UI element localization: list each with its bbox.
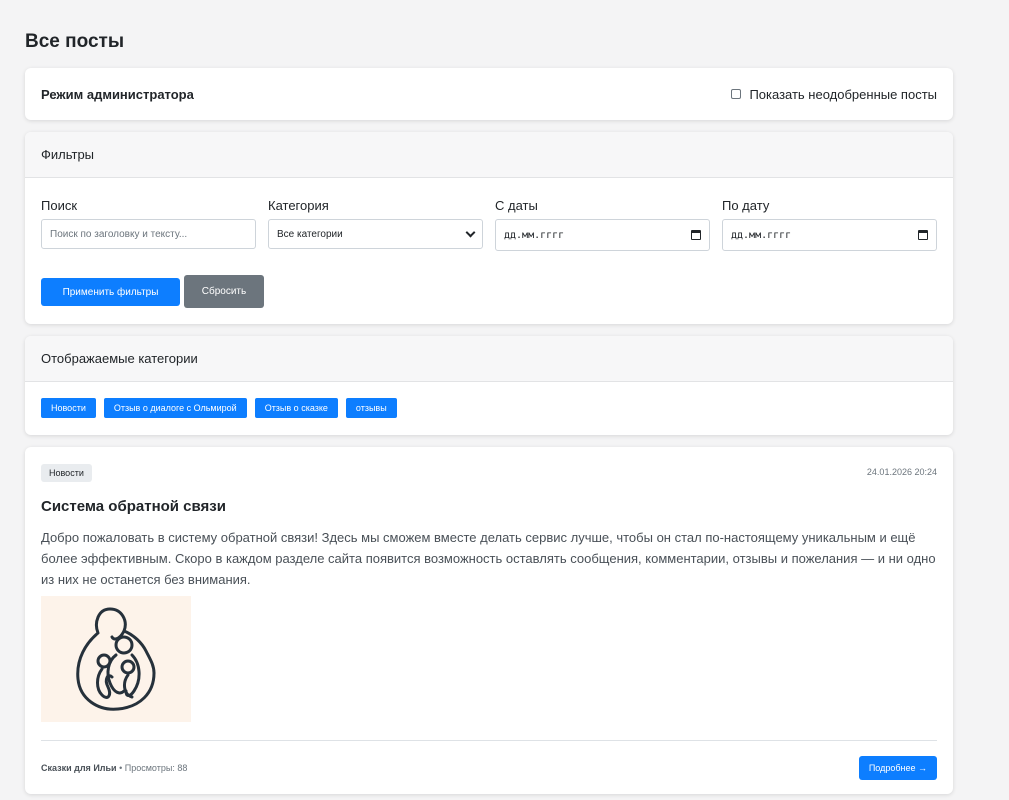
post-card: Новости 24.01.2026 20:24 Система обратно…: [25, 447, 953, 794]
read-more-button[interactable]: Подробнее →: [858, 755, 937, 780]
reset-filters-button[interactable]: Сбросить: [184, 275, 264, 308]
post-image[interactable]: [41, 596, 191, 722]
date-to-field: По дату дд.мм.гггг: [722, 198, 937, 251]
page: Все посты Режим администратора Показать …: [0, 0, 1009, 800]
post-meta: Сказки для Ильи • Просмотры: 88: [41, 763, 187, 773]
show-unapproved-label: Показать неодобренные посты: [749, 86, 937, 102]
displayed-categories-header: Отображаемые категории: [25, 336, 953, 382]
search-label: Поиск: [41, 198, 78, 213]
category-badges: Новости Отзыв о диалоге с Ольмирой Отзыв…: [25, 382, 953, 418]
category-badge[interactable]: Отзыв о диалоге с Ольмирой: [103, 398, 247, 418]
family-logo-icon: [76, 607, 156, 711]
displayed-categories-card: Отображаемые категории Новости Отзыв о д…: [25, 336, 953, 435]
date-from-field: С даты дд.мм.гггг: [495, 198, 710, 251]
category-field: Категория Все категории: [268, 198, 483, 249]
post-views: • Просмотры: 88: [119, 762, 188, 773]
post-footer: Сказки для Ильи • Просмотры: 88 Подробне…: [41, 740, 937, 794]
category-badge[interactable]: Новости: [41, 398, 96, 418]
date-from-placeholder: дд.мм.гггг: [504, 229, 565, 241]
filters-body: Поиск Поиск по заголовку и тексту... Кат…: [25, 178, 953, 324]
date-to-input[interactable]: дд.мм.гггг: [722, 219, 937, 251]
category-badge[interactable]: отзывы: [345, 398, 397, 418]
page-title: Все посты: [25, 31, 125, 52]
search-input[interactable]: Поиск по заголовку и тексту...: [41, 219, 256, 249]
post-title[interactable]: Система обратной связи: [41, 498, 226, 515]
date-from-input[interactable]: дд.мм.гггг: [495, 219, 710, 251]
filters-card: Фильтры Поиск Поиск по заголовку и текст…: [25, 132, 953, 324]
category-label: Категория: [268, 198, 329, 213]
apply-filters-button[interactable]: Применить фильтры: [41, 278, 180, 306]
show-unapproved-checkbox[interactable]: [731, 89, 742, 99]
chevron-down-icon: [465, 227, 476, 237]
post-author[interactable]: Сказки для Ильи: [41, 763, 117, 773]
category-badge[interactable]: Отзыв о сказке: [254, 398, 338, 418]
admin-mode-title: Режим администратора: [41, 86, 194, 102]
category-select[interactable]: Все категории: [268, 219, 483, 249]
post-date: 24.01.2026 20:24: [866, 467, 937, 477]
date-to-label: По дату: [722, 198, 770, 213]
show-unapproved-toggle[interactable]: Показать неодобренные посты: [731, 87, 937, 102]
filters-header: Фильтры: [25, 132, 953, 178]
post-excerpt: Добро пожаловать в систему обратной связ…: [41, 530, 936, 587]
post-body: Новости 24.01.2026 20:24 Система обратно…: [25, 447, 953, 794]
category-selected-value: Все категории: [277, 228, 343, 240]
admin-mode-card: Режим администратора Показать неодобренн…: [25, 68, 953, 120]
calendar-icon[interactable]: [691, 230, 701, 240]
search-field: Поиск Поиск по заголовку и тексту...: [41, 198, 256, 249]
post-category-badge: Новости: [41, 464, 92, 482]
calendar-icon[interactable]: [918, 230, 928, 240]
date-to-placeholder: дд.мм.гггг: [731, 229, 792, 241]
date-from-label: С даты: [495, 198, 538, 213]
